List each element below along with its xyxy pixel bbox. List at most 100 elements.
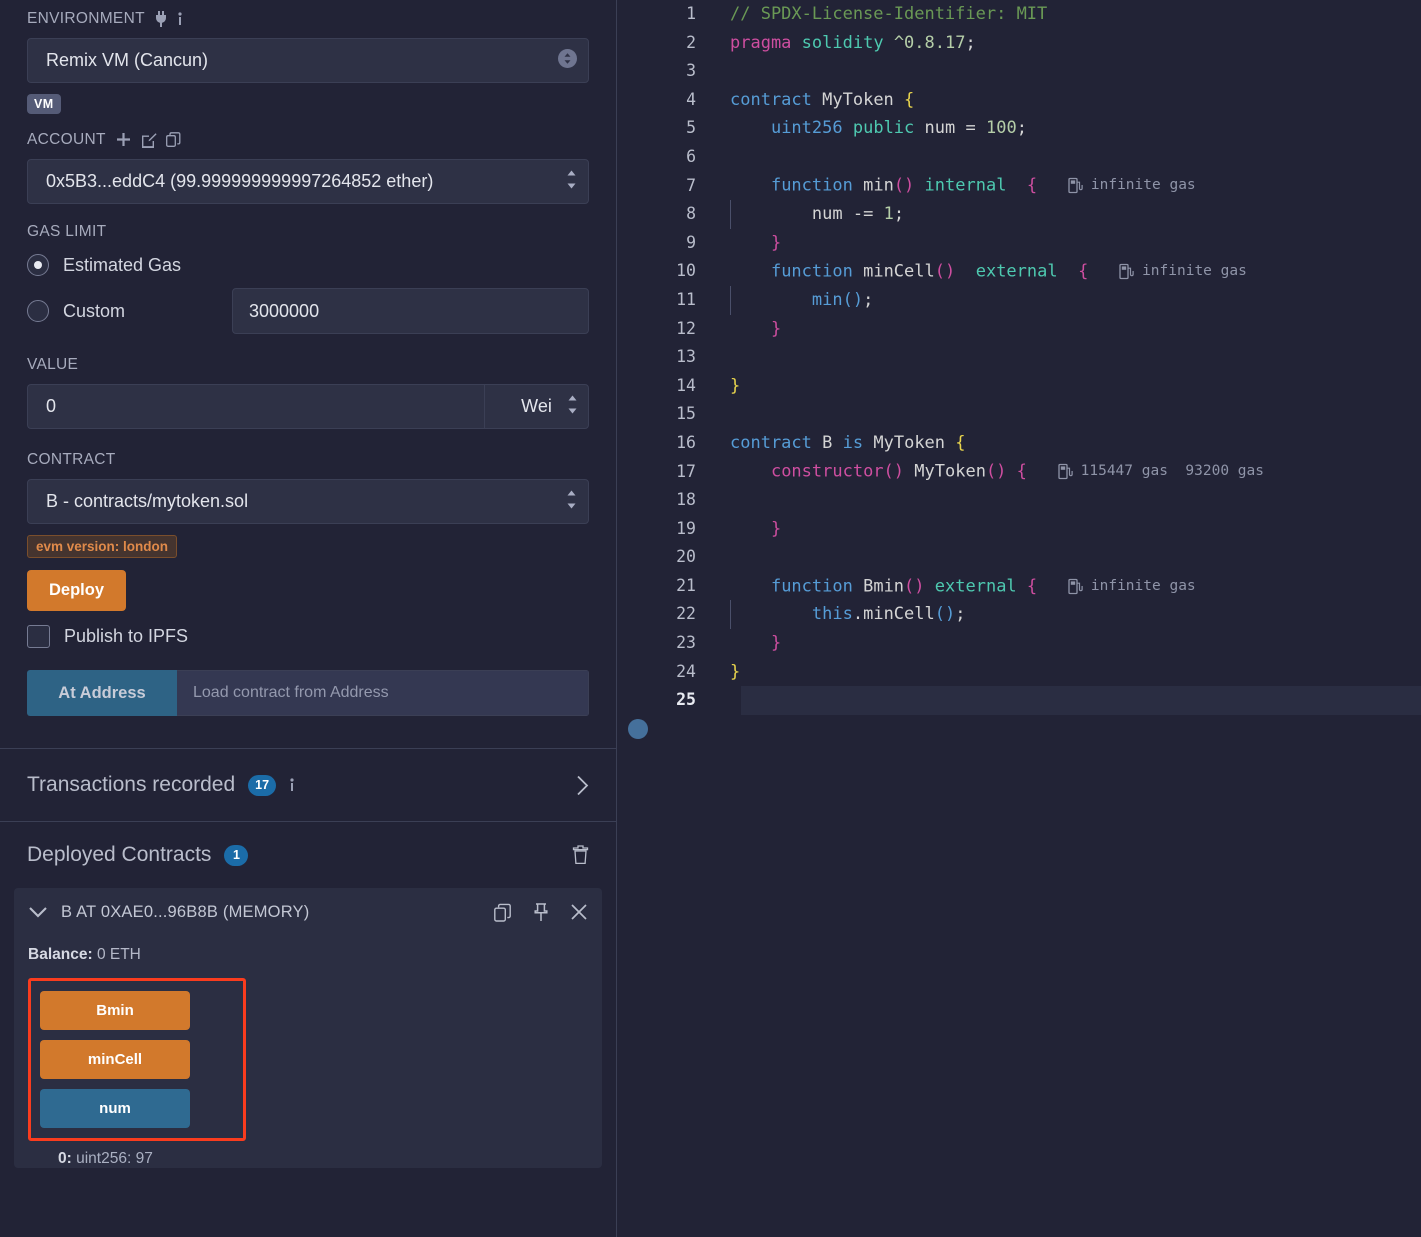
edit-icon[interactable] bbox=[141, 132, 157, 148]
account-value: 0x5B3...eddC4 (99.999999999997264852 eth… bbox=[46, 171, 434, 191]
gas-custom-input[interactable]: 3000000 bbox=[232, 288, 589, 334]
gas-estimated-radio[interactable] bbox=[27, 254, 49, 276]
code-line[interactable]: 21 function Bmin() external { infinite g… bbox=[617, 572, 1421, 601]
code-line[interactable]: 23 } bbox=[617, 629, 1421, 658]
function-button-num[interactable]: num bbox=[40, 1089, 190, 1128]
gas-custom-radio-row[interactable]: Custom bbox=[27, 300, 232, 322]
pin-icon[interactable] bbox=[532, 902, 550, 922]
code-token: Bmin bbox=[863, 576, 905, 597]
code-line[interactable]: 14} bbox=[617, 372, 1421, 401]
breakpoint-dot[interactable] bbox=[628, 719, 648, 739]
environment-label: ENVIRONMENT bbox=[27, 10, 589, 28]
code-line[interactable]: 19 } bbox=[617, 515, 1421, 544]
code-line[interactable]: 2 pragma solidity ^0.8.17; bbox=[617, 29, 1421, 58]
transactions-recorded-row[interactable]: Transactions recorded 17 bbox=[0, 749, 616, 821]
code-line[interactable]: 17 constructor() MyToken() { 115447 gas … bbox=[617, 458, 1421, 487]
value-label: VALUE bbox=[27, 356, 589, 374]
info-icon[interactable] bbox=[289, 777, 295, 793]
code-lines[interactable]: 1 // SPDX-License-Identifier: MIT 2 pragma … bbox=[617, 0, 1421, 739]
code-line[interactable]: 12 } bbox=[617, 315, 1421, 344]
gas-custom-label: Custom bbox=[63, 300, 126, 321]
plug-icon[interactable] bbox=[154, 11, 168, 27]
code-line[interactable]: 16 contract B is MyToken { bbox=[617, 429, 1421, 458]
code-line[interactable]: 22 this.minCell(); bbox=[617, 600, 1421, 630]
account-select[interactable]: 0x5B3...eddC4 (99.999999999997264852 eth… bbox=[27, 159, 589, 204]
code-line[interactable]: 5 uint256 public num = 100; bbox=[617, 114, 1421, 143]
code-token: () bbox=[883, 461, 905, 482]
return-value: uint256: 97 bbox=[76, 1150, 153, 1167]
code-line[interactable]: 15 bbox=[617, 400, 1421, 429]
close-icon[interactable] bbox=[570, 903, 588, 921]
gas-pump-icon bbox=[1068, 177, 1083, 194]
contract-select[interactable]: B - contracts/mytoken.sol bbox=[27, 479, 589, 524]
publish-ipfs-checkbox[interactable] bbox=[27, 625, 50, 648]
deploy-button[interactable]: Deploy bbox=[27, 570, 127, 611]
function-button-bmin[interactable]: Bmin bbox=[40, 991, 190, 1030]
balance-label: Balance: bbox=[28, 946, 93, 963]
code-line[interactable]: 6 bbox=[617, 143, 1421, 172]
code-text: } bbox=[718, 315, 781, 344]
code-token: { bbox=[1078, 261, 1089, 282]
code-token: min bbox=[863, 175, 894, 196]
code-line[interactable]: 10 function minCell() external { infinit… bbox=[617, 257, 1421, 286]
code-token: B bbox=[822, 432, 833, 453]
code-line[interactable]: 11 min(); bbox=[617, 285, 1421, 315]
code-line[interactable]: 1 // SPDX-License-Identifier: MIT bbox=[617, 0, 1421, 29]
return-index: 0: bbox=[58, 1150, 72, 1167]
at-address-input[interactable]: Load contract from Address bbox=[177, 670, 589, 716]
value-label-text: VALUE bbox=[27, 356, 79, 373]
value-input[interactable]: 0 bbox=[27, 384, 484, 429]
at-address-button[interactable]: At Address bbox=[27, 670, 177, 716]
code-token: external bbox=[934, 576, 1017, 597]
value-unit-select[interactable]: Wei bbox=[484, 384, 589, 429]
gas-custom-radio[interactable] bbox=[27, 300, 49, 322]
code-line[interactable]: 4 contract MyToken { bbox=[617, 86, 1421, 115]
gas-estimated-radio-row[interactable]: Estimated Gas bbox=[27, 254, 589, 276]
code-line[interactable]: 8 num -= 1; bbox=[617, 200, 1421, 229]
code-line[interactable]: 13 bbox=[617, 343, 1421, 372]
at-address-placeholder: Load contract from Address bbox=[193, 684, 389, 701]
code-token: () bbox=[934, 261, 956, 282]
code-line[interactable]: 18 bbox=[617, 486, 1421, 515]
trash-icon[interactable] bbox=[572, 845, 589, 865]
deployed-contract-title[interactable]: B AT 0XAE0...96B8B (MEMORY) bbox=[61, 903, 309, 922]
code-line[interactable]: 20 bbox=[617, 543, 1421, 572]
code-editor[interactable]: 1 // SPDX-License-Identifier: MIT 2 pragma … bbox=[617, 0, 1421, 1237]
stepper-icon bbox=[566, 168, 577, 195]
code-line[interactable]: 7 function min() internal { infinite gas bbox=[617, 172, 1421, 201]
info-icon[interactable] bbox=[177, 11, 183, 27]
code-token: () bbox=[985, 461, 1007, 482]
function-button-mincell[interactable]: minCell bbox=[40, 1040, 190, 1079]
account-label: ACCOUNT bbox=[27, 131, 589, 149]
code-token: } bbox=[770, 318, 782, 339]
function-return-value: 0: uint256: 97 bbox=[28, 1150, 588, 1168]
chevron-down-icon[interactable] bbox=[28, 905, 48, 919]
code-token: this bbox=[811, 604, 853, 625]
code-token: MyToken bbox=[914, 461, 986, 482]
contract-label-text: CONTRACT bbox=[27, 451, 116, 468]
code-token: contract bbox=[730, 432, 812, 453]
copy-icon[interactable] bbox=[494, 903, 512, 922]
publish-ipfs-row[interactable]: Publish to IPFS bbox=[27, 625, 589, 648]
line-number: 22 bbox=[676, 604, 696, 624]
deployed-contracts-row: Deployed Contracts 1 bbox=[0, 822, 616, 888]
plus-icon[interactable] bbox=[115, 132, 132, 149]
copy-icon[interactable] bbox=[165, 132, 181, 148]
code-line[interactable]: 9 } bbox=[617, 229, 1421, 258]
chevron-right-icon[interactable] bbox=[576, 775, 589, 796]
code-line[interactable]: 24} bbox=[617, 658, 1421, 687]
active-line-highlight bbox=[741, 686, 1421, 715]
deployed-count-badge: 1 bbox=[224, 844, 249, 866]
evm-version-badge: evm version: london bbox=[27, 535, 178, 558]
gas-estimate-tag: infinite gas bbox=[1119, 257, 1247, 286]
code-token: contract bbox=[730, 89, 812, 110]
environment-select[interactable]: Remix VM (Cancun) bbox=[27, 38, 589, 83]
code-line[interactable]: 3 bbox=[617, 57, 1421, 86]
deployed-contracts-title: Deployed Contracts bbox=[27, 843, 212, 866]
code-text: } bbox=[718, 658, 740, 687]
